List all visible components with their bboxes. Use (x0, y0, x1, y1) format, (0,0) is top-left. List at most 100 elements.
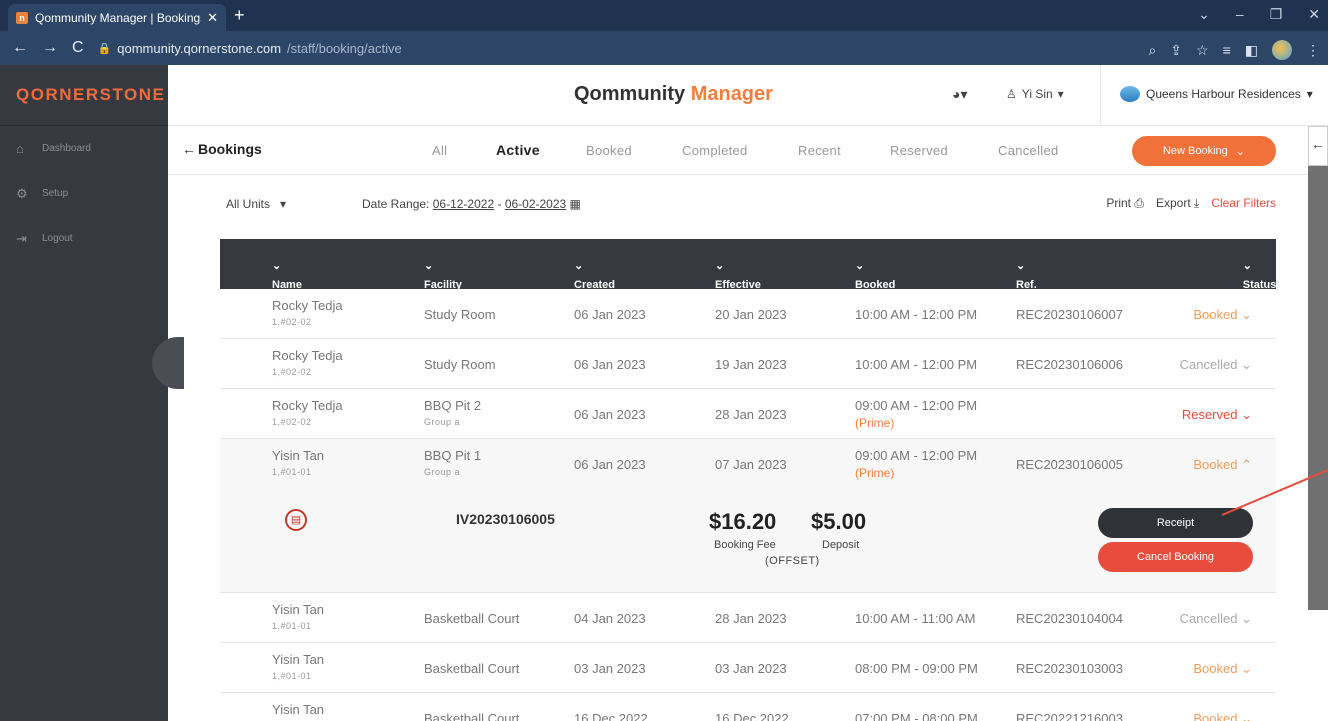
menu-dots-icon[interactable]: ⋮ (1306, 42, 1320, 59)
cell-name: Rocky Tedja 1,#02-02 (272, 298, 343, 327)
back-to-bookings[interactable]: ← Bookings (182, 141, 262, 157)
print-button[interactable]: Print ⎙ (1106, 196, 1144, 211)
facility-name: BBQ Pit 2 (424, 398, 482, 413)
browser-tab-bar: n Qommunity Manager | Bookings ✕ + ⌄ – ❐… (0, 0, 1328, 31)
side-drawer[interactable]: ← (1308, 126, 1328, 610)
date-to[interactable]: 06-02-2023 (505, 197, 566, 211)
table-row[interactable]: Yisin Tan Basketball Court 16 Dec 2022 1… (220, 693, 1276, 721)
reading-list-icon[interactable]: ≡ (1223, 42, 1231, 58)
col-facility[interactable]: Facility ⌄ (424, 259, 462, 291)
col-created[interactable]: Created ⌄ (574, 259, 615, 291)
new-booking-button[interactable]: New Booking ⌄ (1132, 136, 1276, 166)
share-icon[interactable]: ⇪ (1170, 42, 1182, 59)
col-status[interactable]: Status ⌄ (1243, 259, 1277, 291)
status-dropdown[interactable]: Booked ⌄ (1193, 307, 1252, 323)
resident-name: Rocky Tedja (272, 398, 343, 413)
forward-arrow-icon[interactable]: → (42, 39, 58, 57)
export-button[interactable]: Export ⤓ (1156, 196, 1199, 211)
cell-slot: 10:00 AM - 11:00 AM (855, 611, 976, 626)
cell-effective: 16 Dec 2022 (715, 711, 789, 721)
col-ref-no[interactable]: Ref. No. ⌄ (1016, 259, 1037, 303)
tab-booked[interactable]: Booked (586, 143, 632, 158)
url-field[interactable]: 🔒 qommunity.qornerstone.com/staff/bookin… (98, 41, 402, 56)
table-row[interactable]: Rocky Tedja 1,#02-02 BBQ Pit 2 Group a 06 … (220, 389, 1276, 439)
unit-number: 1,#02-02 (272, 417, 312, 427)
cell-ref: REC20230106007 (1016, 307, 1123, 322)
cell-facility: Study Room (424, 357, 496, 372)
cell-created: 04 Jan 2023 (574, 611, 646, 626)
cell-name: Rocky Tedja 1,#02-02 (272, 398, 343, 427)
tab-recent[interactable]: Recent (798, 143, 841, 158)
status-dropdown[interactable]: Booked ⌄ (1193, 711, 1252, 721)
tab-reserved[interactable]: Reserved (890, 143, 948, 158)
sidebar-item-setup[interactable]: ⚙ Setup (0, 171, 168, 216)
tab-all[interactable]: All (432, 143, 447, 158)
profile-avatar[interactable] (1272, 40, 1292, 60)
bookings-subnav: ← Bookings All Active Booked Completed R… (168, 126, 1308, 175)
status-dropdown[interactable]: Cancelled ⌄ (1180, 357, 1252, 373)
maximize-icon[interactable]: ❐ (1270, 6, 1283, 23)
drawer-arrow-icon[interactable]: ← (1308, 126, 1328, 166)
status-dropdown[interactable]: Booked ⌄ (1193, 661, 1252, 677)
date-range-filter[interactable]: Date Range: 06-12-2022 - 06-02-2023 ▦ (362, 197, 581, 211)
cell-slot: 09:00 AM - 12:00 PM (Prime) (855, 448, 977, 480)
reload-icon[interactable]: C (72, 39, 84, 57)
col-name[interactable]: Name ⌄ (272, 259, 302, 291)
receipt-button[interactable]: Receipt (1098, 508, 1253, 538)
unit-number: 1,#02-02 (272, 367, 312, 377)
table-row[interactable]: Yisin Tan 1,#01-01 BBQ Pit 1 Group a 06 Ja… (220, 439, 1276, 489)
tab-cancelled[interactable]: Cancelled (998, 143, 1059, 158)
facility-group: Group a (424, 417, 461, 427)
status-dropdown[interactable]: Cancelled ⌄ (1180, 611, 1252, 627)
logo[interactable]: QORNERSTONE (0, 65, 168, 126)
sidebar-item-logout[interactable]: ⇥ Logout (0, 216, 168, 261)
resident-name: Yisin Tan (272, 448, 325, 463)
cancel-booking-button[interactable]: Cancel Booking (1098, 542, 1253, 572)
sidepanel-icon[interactable]: ◧ (1245, 42, 1258, 59)
slot-time: 09:00 AM - 12:00 PM (855, 398, 978, 413)
site-selector[interactable]: Queens Harbour Residences ▾ (1120, 86, 1313, 102)
date-from[interactable]: 06-12-2022 (433, 197, 494, 211)
browser-tab-title: Qommunity Manager | Bookings (35, 10, 202, 25)
unit-number: 1,#01-01 (272, 671, 312, 681)
clear-filters-button[interactable]: Clear Filters (1211, 196, 1276, 211)
status-label: Cancelled (1179, 611, 1238, 626)
download-icon: ⤓ (1194, 196, 1200, 210)
sidebar-item-label: Setup (42, 188, 69, 199)
browser-tab[interactable]: n Qommunity Manager | Bookings ✕ (8, 4, 226, 31)
table-row[interactable]: Rocky Tedja 1,#02-02 Study Room 06 Jan 20… (220, 289, 1276, 339)
zoom-icon[interactable]: ⌕ (1148, 42, 1156, 59)
status-label: Cancelled (1179, 357, 1238, 372)
status-label: Booked (1193, 661, 1238, 676)
cell-facility: Basketball Court (424, 611, 520, 626)
chevron-down-icon[interactable]: ⌄ (1198, 6, 1210, 23)
minimize-icon[interactable]: – (1236, 6, 1244, 23)
back-arrow-icon[interactable]: ← (12, 39, 28, 57)
table-row[interactable]: Yisin Tan 1,#01-01 Basketball Court 03 Ja… (220, 643, 1276, 693)
chevron-up-icon: ⌃ (1241, 457, 1252, 472)
caret-down-icon: ▾ (1306, 87, 1313, 101)
caret-down-icon: ▾ (1057, 87, 1064, 101)
status-dropdown[interactable]: Booked ⌃ (1193, 457, 1252, 473)
prime-tag: (Prime) (855, 466, 895, 480)
user-menu[interactable]: ♙ Yi Sin ▾ (1006, 87, 1064, 101)
tab-completed[interactable]: Completed (682, 143, 748, 158)
chevron-down-icon: ⌄ (1241, 711, 1252, 721)
status-dropdown[interactable]: Reserved ⌄ (1182, 407, 1252, 423)
table-row[interactable]: Yisin Tan 1,#01-01 Basketball Court 04 Ja… (220, 593, 1276, 643)
new-tab-button[interactable]: + (234, 5, 245, 26)
col-effective-date[interactable]: Effective Date ⌄ (715, 259, 761, 303)
sidebar-item-dashboard[interactable]: ⌂ Dashboard (0, 126, 168, 171)
star-icon[interactable]: ☆ (1196, 42, 1209, 59)
chevron-down-icon: ⌄ (1241, 357, 1252, 372)
close-window-icon[interactable]: ✕ (1308, 6, 1320, 23)
nav-buttons: ← → C (12, 39, 84, 57)
units-filter[interactable]: All Units ▾ (226, 197, 286, 211)
calendar-icon[interactable]: ▦ (570, 197, 581, 211)
resident-name: Yisin Tan (272, 652, 325, 667)
language-globe-icon[interactable]: ◕▾ (952, 86, 967, 103)
table-row[interactable]: Rocky Tedja 1,#02-02 Study Room 06 Jan 20… (220, 339, 1276, 389)
tab-active[interactable]: Active (496, 142, 540, 158)
close-tab-icon[interactable]: ✕ (207, 10, 218, 26)
col-booked-slots[interactable]: Booked Slots ⌄ (855, 259, 895, 303)
